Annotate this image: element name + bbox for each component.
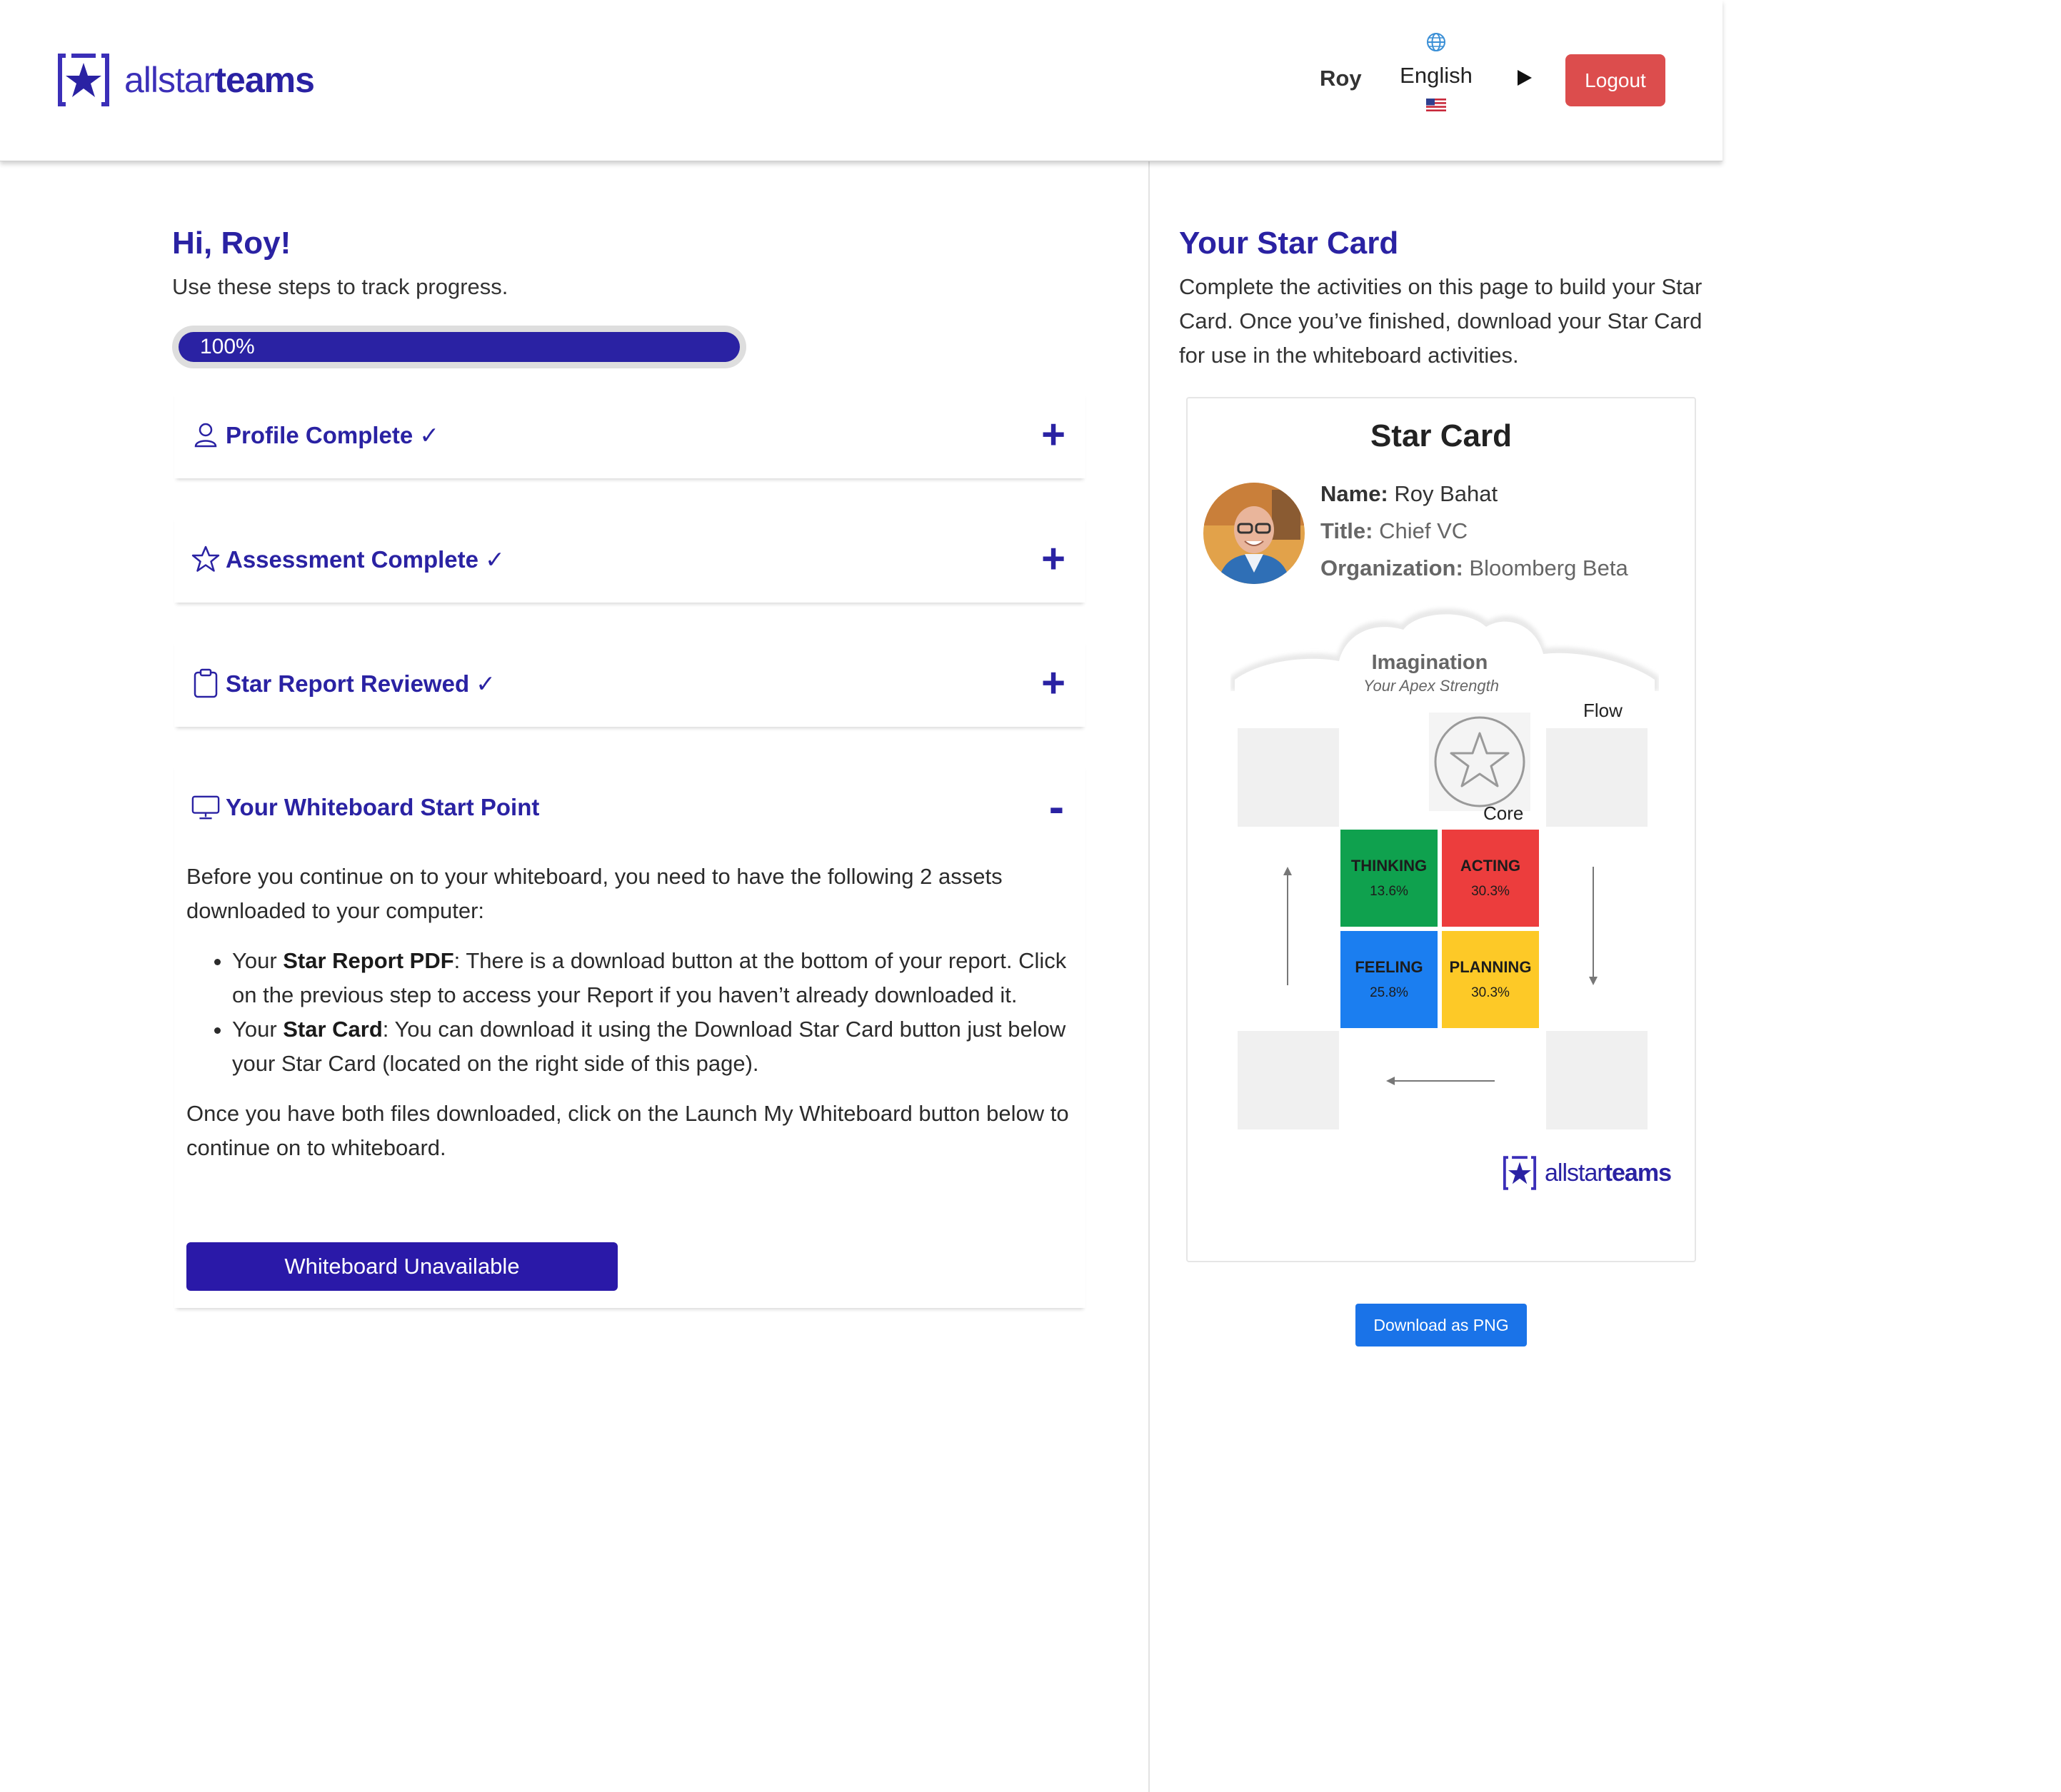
step-star-report-title: Star Report Reviewed ✓ — [226, 670, 496, 697]
flow-box — [1546, 1031, 1648, 1129]
header-user-name: Roy — [1320, 66, 1362, 91]
step-whiteboard-title: Your Whiteboard Start Point — [226, 794, 540, 820]
expand-icon[interactable]: + — [1041, 663, 1065, 704]
flow-box — [1238, 1031, 1339, 1129]
language-selector[interactable]: English — [1397, 31, 1475, 111]
whiteboard-outro: Once you have both files downloaded, cli… — [186, 1101, 1069, 1160]
asset-item-card: Your Star Card: You can download it usin… — [232, 1012, 1072, 1081]
expand-icon[interactable]: + — [1041, 414, 1065, 455]
clipboard-icon — [191, 668, 220, 698]
logo-wordmark: allstarteams — [124, 60, 315, 100]
step-assessment[interactable]: Assessment Complete ✓ + — [174, 515, 1085, 603]
monitor-icon — [191, 793, 220, 822]
step-star-report[interactable]: Star Report Reviewed ✓ + — [174, 640, 1085, 727]
name-row: Name: Roy Bahat — [1320, 481, 1498, 506]
pane-divider — [1148, 161, 1150, 1792]
whiteboard-intro: Before you continue on to your whiteboar… — [186, 864, 1003, 923]
asset-list: Your Star Report PDF: There is a downloa… — [232, 944, 1072, 1081]
quadrant-thinking: THINKING 13.6% — [1340, 830, 1438, 927]
collapse-icon[interactable]: - — [1049, 784, 1064, 830]
quadrant-feeling: FEELING 25.8% — [1340, 931, 1438, 1028]
quadrant-name: PLANNING — [1449, 958, 1532, 976]
flow-label: Flow — [1583, 700, 1623, 721]
quadrant-value: 30.3% — [1471, 884, 1510, 899]
top-header: allstarteams Roy English Logout — [0, 0, 1722, 161]
play-arrow-icon[interactable] — [1518, 70, 1532, 86]
step-profile[interactable]: Profile Complete ✓ + — [174, 391, 1085, 478]
asset-item-report: Your Star Report PDF: There is a downloa… — [232, 944, 1072, 1012]
logo-star-icon — [58, 54, 109, 106]
step-profile-title: Profile Complete ✓ — [226, 421, 440, 448]
allstarteams-logo[interactable]: allstarteams — [56, 53, 315, 107]
apex-strength-name: Imagination — [1371, 651, 1488, 674]
organization-row: Organization: Bloomberg Beta — [1320, 555, 1628, 580]
arrow-left-icon — [1386, 1077, 1495, 1085]
title-row: Title: Chief VC — [1320, 518, 1468, 543]
quadrant-value: 25.8% — [1370, 985, 1408, 1000]
whiteboard-unavailable-button[interactable]: Whiteboard Unavailable — [186, 1242, 618, 1291]
core-star-box — [1429, 713, 1530, 811]
user-icon — [191, 421, 220, 449]
progress-label: 100% — [200, 335, 255, 358]
quadrant-name: FEELING — [1355, 958, 1423, 976]
star-card-title: Star Card — [1370, 418, 1513, 453]
us-flag-icon — [1426, 99, 1446, 111]
card-allstarteams-logo: allstarteams — [1502, 1155, 1672, 1191]
expand-icon[interactable]: + — [1041, 538, 1065, 580]
quadrant-name: ACTING — [1460, 857, 1521, 875]
globe-icon — [1427, 33, 1445, 51]
quadrant-value: 30.3% — [1471, 985, 1510, 1000]
arrow-down-icon — [1589, 867, 1598, 985]
card-logo-wordmark: allstarteams — [1545, 1159, 1672, 1187]
star-card-description: Complete the activities on this page to … — [1179, 274, 1703, 368]
quadrant-value: 13.6% — [1370, 884, 1408, 899]
step-assessment-title: Assessment Complete ✓ — [226, 545, 505, 573]
star-outline-icon — [191, 545, 220, 573]
flow-box — [1546, 728, 1648, 827]
arrow-up-icon — [1283, 867, 1292, 985]
quadrant-name: THINKING — [1350, 857, 1428, 875]
progress-bar: 100% — [172, 326, 746, 368]
flow-box — [1238, 728, 1339, 827]
core-label: Core — [1483, 802, 1524, 824]
progress-subtitle: Use these steps to track progress. — [172, 274, 508, 299]
logout-button[interactable]: Logout — [1565, 54, 1665, 106]
progress-fill: 100% — [179, 332, 740, 362]
avatar — [1203, 483, 1305, 584]
whiteboard-instructions: Before you continue on to your whiteboar… — [186, 860, 1072, 1181]
quadrant-planning: PLANNING 30.3% — [1442, 931, 1539, 1028]
star-card-heading: Your Star Card — [1179, 226, 1399, 261]
step-whiteboard-header[interactable]: Your Whiteboard Start Point - — [174, 764, 1085, 851]
apex-strength-caption: Your Apex Strength — [1363, 677, 1499, 695]
greeting-heading: Hi, Roy! — [172, 226, 291, 261]
star-card: Star Card Name: Roy Bahat Title: Chief V… — [1186, 397, 1696, 1262]
download-png-button[interactable]: Download as PNG — [1355, 1304, 1527, 1346]
star-circle-icon — [1434, 716, 1525, 807]
language-label: English — [1400, 63, 1473, 88]
profile-info: Name: Roy Bahat Title: Chief VC Organiza… — [1320, 475, 1628, 587]
logo-star-icon — [1503, 1156, 1537, 1190]
quadrant-acting: ACTING 30.3% — [1442, 830, 1539, 927]
